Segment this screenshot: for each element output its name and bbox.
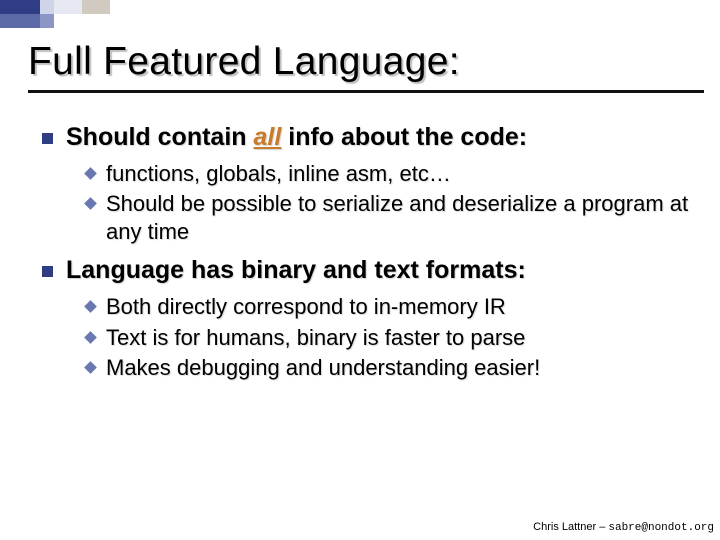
slide-content: Should contain all info about the code: … [28,123,704,382]
bullet-text: Text is for humans, binary is faster to … [106,325,525,350]
bullet-text: functions, globals, inline asm, etc… [106,161,451,186]
diamond-bullet-icon [84,167,97,180]
bullet-text: Should be possible to serialize and dese… [106,191,688,244]
footer-author: Chris Lattner [533,521,596,533]
bullet-level2: functions, globals, inline asm, etc… [86,160,704,188]
diamond-bullet-icon [84,331,97,344]
bullet-level2: Text is for humans, binary is faster to … [86,324,704,352]
diamond-bullet-icon [84,197,97,210]
diamond-bullet-icon [84,301,97,314]
footer-email: sabre@nondot.org [608,522,714,534]
heading-text-post: info about the code: [281,123,527,151]
bullet-level1: Language has binary and text formats: [42,256,704,285]
bullet-text: Makes debugging and understanding easier… [106,355,540,380]
bullet-level2: Makes debugging and understanding easier… [86,354,704,382]
heading-text-emph: all [254,123,282,151]
slide-title: Full Featured Language: [28,40,704,93]
slide-footer: Chris Lattner – sabre@nondot.org [533,521,714,534]
footer-sep: – [596,521,608,533]
sub-list: functions, globals, inline asm, etc… Sho… [42,160,704,246]
bullet-level2: Should be possible to serialize and dese… [86,190,704,246]
square-bullet-icon [42,266,53,277]
diamond-bullet-icon [84,361,97,374]
square-bullet-icon [42,133,53,144]
sub-list: Both directly correspond to in-memory IR… [42,293,704,381]
bullet-level1: Should contain all info about the code: [42,123,704,152]
bullet-text: Both directly correspond to in-memory IR [106,294,506,319]
decorative-top-stripe [0,0,720,28]
slide-body: Full Featured Language: Should contain a… [28,40,704,388]
heading-text-pre: Should contain [66,123,254,151]
heading-text-pre: Language has binary and text formats: [66,256,526,284]
bullet-level2: Both directly correspond to in-memory IR [86,293,704,321]
